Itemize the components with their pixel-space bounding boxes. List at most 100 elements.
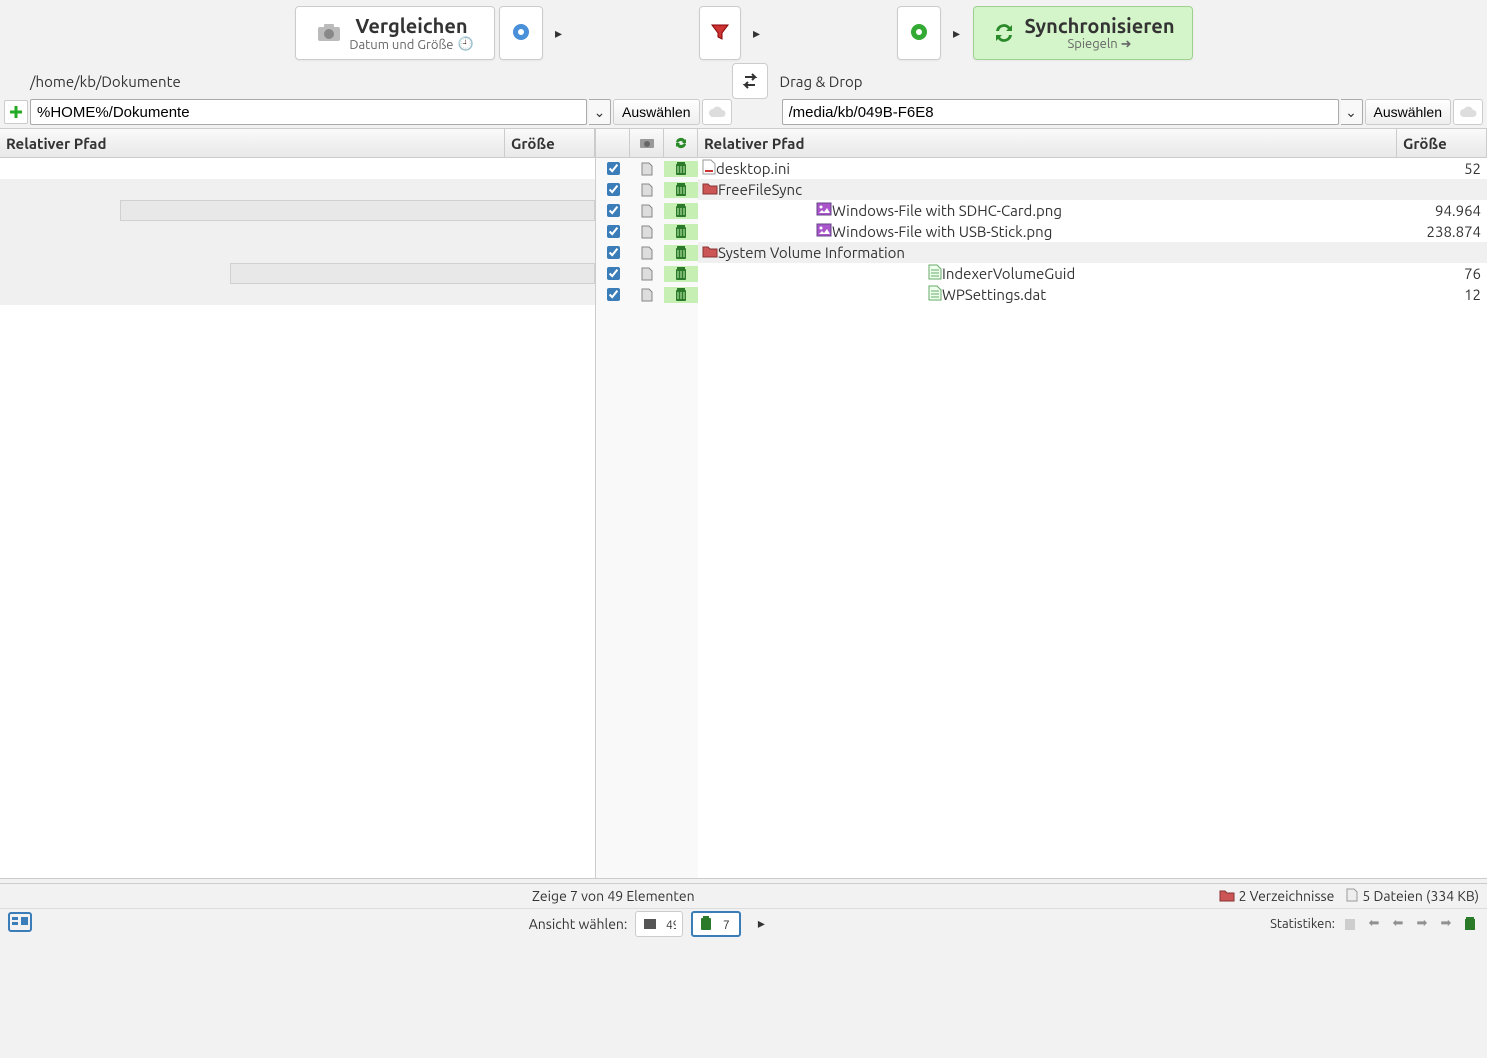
left-pane-header: Relativer Pfad Größe [0, 128, 595, 158]
left-select-button[interactable]: Auswählen [613, 99, 700, 125]
file-name: FreeFileSync [718, 181, 802, 198]
action-row[interactable] [596, 221, 698, 242]
folder-icon [702, 244, 718, 261]
compare-settings-button[interactable] [499, 6, 543, 60]
left-col-relpath[interactable]: Relativer Pfad [0, 129, 505, 157]
compare-title: Vergleichen [355, 14, 467, 37]
compare-button[interactable]: Vergleichen Datum und Größe 🕘 [295, 6, 495, 60]
filter-dropdown-chevron[interactable]: ▸ [745, 25, 769, 42]
right-pane-header: Relativer Pfad Größe [698, 128, 1487, 158]
status-item-count: Zeige 7 von 49 Elementen [8, 888, 1219, 904]
mid-col-action[interactable] [664, 129, 698, 157]
action-delete-right-icon [674, 224, 688, 240]
action-row[interactable] [596, 242, 698, 263]
stat-create-right-icon: ➡ [1413, 915, 1431, 933]
category-new-right-icon [641, 204, 653, 218]
action-row[interactable] [596, 200, 698, 221]
left-row[interactable] [0, 242, 595, 263]
file-row[interactable]: Windows-File with SDHC-Card.png94.964 [698, 200, 1487, 221]
compare-dropdown-chevron[interactable]: ▸ [547, 25, 571, 42]
category-new-right-icon [641, 162, 653, 176]
file-row[interactable]: Windows-File with USB-Stick.png238.874 [698, 221, 1487, 242]
include-checkbox[interactable] [607, 246, 620, 259]
compare-subtitle: Datum und Größe [349, 38, 453, 52]
clock-icon: 🕘 [457, 37, 473, 52]
stat-update-right-icon: ➡ [1437, 915, 1455, 933]
synchronize-button[interactable]: Synchronisieren Spiegeln ➜ [973, 6, 1193, 60]
left-row[interactable] [0, 263, 595, 284]
right-file-pane: Relativer Pfad Größe desktop.ini52 FreeFi… [698, 128, 1487, 878]
left-row[interactable] [0, 284, 595, 305]
right-path-dropdown[interactable]: ⌄ [1341, 99, 1363, 125]
data-icon [928, 264, 942, 283]
file-name: WPSettings.dat [942, 286, 1046, 303]
sync-settings-dropdown-chevron[interactable]: ▸ [945, 25, 969, 42]
footer-bar: Ansicht wählen: 49 7 ▸ Statistiken: ⬅ ⬅ … [0, 908, 1487, 938]
sync-arrows-icon [990, 19, 1018, 47]
file-row[interactable]: desktop.ini52 [698, 158, 1487, 179]
folder-row[interactable]: System Volume Information [698, 242, 1487, 263]
stat-update-left-icon: ⬅ [1365, 915, 1383, 933]
mid-col-check[interactable] [596, 129, 630, 157]
stat-create-left-icon: ⬅ [1389, 915, 1407, 933]
left-path-dropdown[interactable]: ⌄ [589, 99, 611, 125]
file-comparison-view: Relativer Pfad Größe Relativer Pfad Größ… [0, 128, 1487, 878]
include-checkbox[interactable] [607, 183, 620, 196]
include-checkbox[interactable] [607, 162, 620, 175]
folder-row[interactable]: FreeFileSync [698, 179, 1487, 200]
status-files: 5 Dateien (334 KB) [1346, 888, 1479, 905]
stats-label: Statistiken: [1270, 917, 1335, 931]
path-inputs-row: ⌄ Auswählen ⌄ Auswählen [0, 96, 1487, 128]
action-row[interactable] [596, 179, 698, 200]
include-checkbox[interactable] [607, 267, 620, 280]
left-row[interactable] [0, 200, 595, 221]
file-row[interactable]: WPSettings.dat12 [698, 284, 1487, 305]
middle-action-pane [596, 128, 698, 878]
left-row[interactable] [0, 158, 595, 179]
view-dropdown-chevron[interactable]: ▸ [749, 915, 773, 932]
status-dirs: 2 Verzeichnisse [1219, 888, 1335, 905]
file-name: Windows-File with SDHC-Card.png [832, 202, 1062, 219]
camera-icon [315, 19, 343, 47]
action-row[interactable] [596, 158, 698, 179]
add-folder-pair-button[interactable] [4, 100, 28, 124]
view-action-button[interactable]: 7 [691, 911, 741, 937]
sync-title: Synchronisieren [1024, 14, 1174, 37]
left-row[interactable] [0, 179, 595, 200]
right-col-size[interactable]: Größe [1397, 129, 1487, 157]
image-icon [816, 223, 832, 240]
overview-icon[interactable] [8, 912, 32, 935]
right-cloud-button[interactable] [1453, 99, 1483, 125]
data-icon [928, 285, 942, 304]
left-row[interactable] [0, 221, 595, 242]
right-path-input[interactable] [782, 99, 1339, 125]
left-path-input[interactable] [30, 99, 587, 125]
action-row[interactable] [596, 263, 698, 284]
filter-button[interactable] [699, 6, 741, 60]
sync-settings-button[interactable] [897, 6, 941, 60]
mid-action-rows [596, 158, 698, 305]
left-file-rows [0, 158, 595, 305]
svg-text:7: 7 [723, 919, 730, 932]
mid-header [596, 128, 698, 158]
left-col-size[interactable]: Größe [505, 129, 595, 157]
include-checkbox[interactable] [607, 288, 620, 301]
mid-col-category[interactable] [630, 129, 664, 157]
right-select-button[interactable]: Auswählen [1365, 99, 1452, 125]
include-checkbox[interactable] [607, 225, 620, 238]
left-cloud-button[interactable] [702, 99, 732, 125]
include-checkbox[interactable] [607, 204, 620, 217]
funnel-icon [710, 22, 730, 45]
category-new-right-icon [641, 225, 653, 239]
file-row[interactable]: IndexerVolumeGuid76 [698, 263, 1487, 284]
category-new-right-icon [641, 288, 653, 302]
swap-sides-button[interactable] [732, 63, 768, 99]
left-path-display: /home/kb/Dokumente [6, 73, 732, 90]
right-col-relpath[interactable]: Relativer Pfad [698, 129, 1397, 157]
view-category-button[interactable]: 49 [635, 911, 683, 937]
left-file-pane: Relativer Pfad Größe [0, 128, 596, 878]
file-name: desktop.ini [716, 160, 790, 177]
action-row[interactable] [596, 284, 698, 305]
file-size: 238.874 [1397, 223, 1487, 240]
path-display-row: /home/kb/Dokumente Drag & Drop [0, 66, 1487, 96]
